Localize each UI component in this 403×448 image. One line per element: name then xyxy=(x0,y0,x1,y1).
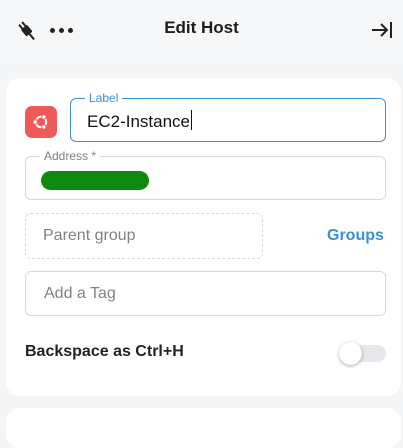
backspace-setting-label: Backspace as Ctrl+H xyxy=(25,343,184,360)
redacted-address xyxy=(41,171,149,190)
next-section-card xyxy=(6,408,401,448)
tag-placeholder: Add a Tag xyxy=(44,285,116,302)
parent-group-placeholder: Parent group xyxy=(43,227,136,244)
toggle-knob xyxy=(339,342,362,365)
os-badge[interactable] xyxy=(25,106,57,138)
backspace-toggle[interactable] xyxy=(339,342,386,365)
address-field[interactable]: Address * xyxy=(25,149,386,200)
label-field[interactable]: Label EC2-Instance xyxy=(70,91,386,142)
label-caption: Label xyxy=(85,91,123,105)
address-caption: Address * xyxy=(40,149,101,163)
page-title: Edit Host xyxy=(164,18,239,37)
collapse-panel-icon[interactable] xyxy=(370,18,396,44)
groups-link[interactable]: Groups xyxy=(327,227,384,245)
ubuntu-icon xyxy=(32,114,48,130)
label-value: EC2-Instance xyxy=(87,110,192,131)
header: Edit Host xyxy=(0,0,403,62)
tag-field[interactable]: Add a Tag xyxy=(25,271,386,316)
parent-group-field[interactable]: Parent group xyxy=(25,213,263,259)
